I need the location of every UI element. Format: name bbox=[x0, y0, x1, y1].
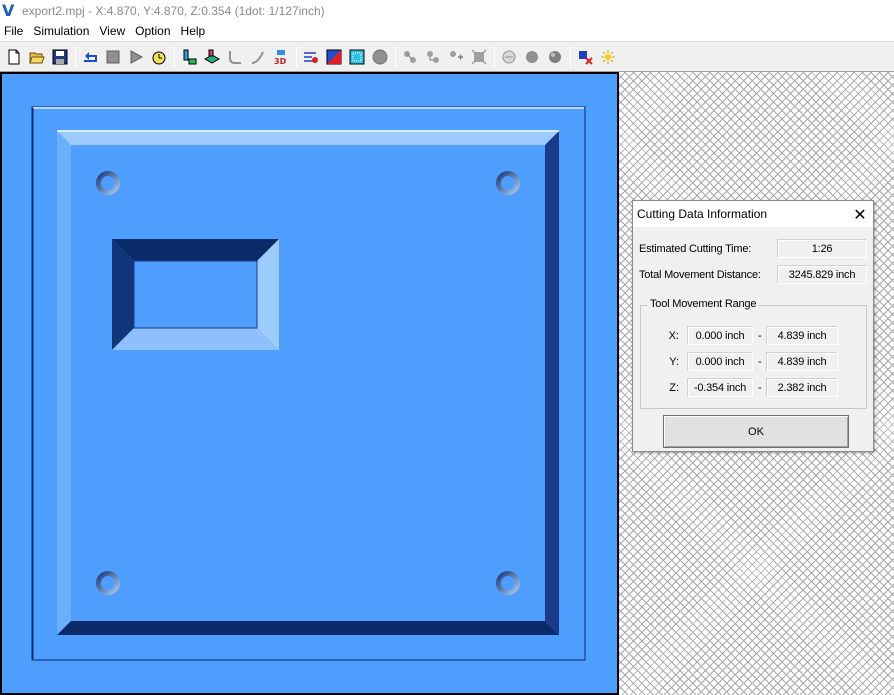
tool-button[interactable] bbox=[178, 46, 200, 68]
dialog-title-bar: Cutting Data Information ✕ bbox=[633, 201, 873, 227]
sphere-icon bbox=[372, 49, 388, 64]
stop-button[interactable] bbox=[102, 46, 124, 68]
close-icon[interactable]: ✕ bbox=[847, 201, 873, 227]
workpiece-icon bbox=[204, 49, 220, 64]
range-x-min: 0.000 inch bbox=[687, 326, 753, 345]
range-x-separator: - bbox=[758, 330, 762, 342]
shade-light-icon bbox=[502, 50, 516, 63]
view-side-button[interactable] bbox=[445, 46, 467, 68]
view-side-icon bbox=[450, 50, 463, 59]
range-x-axis: X: bbox=[668, 330, 679, 342]
menu-simulation[interactable]: Simulation bbox=[28, 21, 94, 41]
dialog-title: Cutting Data Information bbox=[637, 207, 768, 221]
window-title: export2.mpj - X:4.870, Y:4.870, Z:0.354 … bbox=[22, 3, 325, 18]
open-icon bbox=[29, 52, 45, 63]
path-curve-button[interactable] bbox=[224, 46, 246, 68]
play-icon bbox=[130, 49, 144, 64]
light-icon bbox=[601, 49, 615, 64]
svg-text:3D: 3D bbox=[274, 57, 287, 65]
range-y-separator: - bbox=[758, 356, 762, 368]
rewind-button[interactable] bbox=[79, 46, 101, 68]
cutting-data-dialog: Cutting Data Information ✕ Estimated Cut… bbox=[632, 200, 874, 452]
tool-icon bbox=[183, 49, 197, 64]
range-z-axis: Z: bbox=[669, 382, 679, 394]
range-y-axis: Y: bbox=[669, 356, 679, 368]
range-y-min: 0.000 inch bbox=[687, 352, 753, 371]
light-button[interactable] bbox=[597, 46, 619, 68]
save-button[interactable] bbox=[49, 46, 71, 68]
settings-icon bbox=[579, 50, 593, 65]
estimated-time-value: 1:26 bbox=[777, 239, 867, 258]
fit-view-icon bbox=[349, 49, 365, 64]
view-3d-icon: 3D bbox=[274, 49, 287, 65]
fit-view-button[interactable] bbox=[346, 46, 368, 68]
shade-dark-icon bbox=[526, 50, 538, 63]
path-curve-icon bbox=[229, 50, 241, 64]
toolbar-separator bbox=[174, 45, 175, 68]
tool-movement-range-group: Tool Movement Range X: 0.000 inch - 4.83… bbox=[640, 298, 867, 409]
rewind-icon bbox=[84, 51, 97, 62]
sphere-button[interactable] bbox=[369, 46, 391, 68]
step-icon bbox=[152, 51, 166, 64]
view-3d-button[interactable]: 3D bbox=[270, 46, 292, 68]
shade-solid-icon bbox=[549, 50, 561, 63]
range-z-max: 2.382 inch bbox=[766, 378, 838, 397]
toolbar-separator bbox=[395, 45, 396, 68]
color-button[interactable] bbox=[323, 46, 345, 68]
menu-view[interactable]: View bbox=[94, 21, 130, 41]
view-zoom-button[interactable] bbox=[468, 46, 490, 68]
color-icon bbox=[326, 49, 342, 64]
shade-solid-button[interactable] bbox=[544, 46, 566, 68]
toolbar-separator bbox=[75, 45, 76, 68]
shade-light-button[interactable] bbox=[498, 46, 520, 68]
toolbar-separator bbox=[570, 45, 571, 68]
range-y-max: 4.839 inch bbox=[766, 352, 838, 371]
total-distance-label: Total Movement Distance: bbox=[639, 269, 761, 281]
range-z-min: -0.354 inch bbox=[687, 378, 753, 397]
path-line-icon bbox=[251, 51, 264, 64]
new-button[interactable] bbox=[3, 46, 25, 68]
title-bar: V export2.mpj - X:4.870, Y:4.870, Z:0.35… bbox=[0, 0, 894, 21]
view-front-icon bbox=[427, 50, 439, 63]
toolbar: 3D bbox=[0, 41, 894, 72]
range-group-title: Tool Movement Range bbox=[647, 298, 760, 310]
toolbar-separator bbox=[296, 45, 297, 68]
new-icon bbox=[8, 49, 20, 64]
cutting-data-icon bbox=[304, 51, 318, 63]
shade-dark-button[interactable] bbox=[521, 46, 543, 68]
range-z-separator: - bbox=[758, 382, 762, 394]
toolbar-separator bbox=[494, 45, 495, 68]
range-x-max: 4.839 inch bbox=[766, 326, 838, 345]
view-top-icon bbox=[404, 50, 416, 63]
step-button[interactable] bbox=[148, 46, 170, 68]
settings-button[interactable] bbox=[574, 46, 596, 68]
stop-icon bbox=[106, 50, 120, 63]
menu-help[interactable]: Help bbox=[176, 21, 211, 41]
path-line-button[interactable] bbox=[247, 46, 269, 68]
save-icon bbox=[52, 49, 68, 64]
view-front-button[interactable] bbox=[422, 46, 444, 68]
estimated-time-label: Estimated Cutting Time: bbox=[639, 243, 752, 255]
machined-part-render bbox=[2, 74, 617, 693]
total-distance-value: 3245.829 inch bbox=[777, 265, 867, 284]
cutting-data-button[interactable] bbox=[300, 46, 322, 68]
view-top-button[interactable] bbox=[399, 46, 421, 68]
open-button[interactable] bbox=[26, 46, 48, 68]
menu-option[interactable]: Option bbox=[130, 21, 175, 41]
view-zoom-icon bbox=[471, 49, 487, 64]
ok-button[interactable]: OK bbox=[663, 415, 849, 448]
menu-bar: File Simulation View Option Help bbox=[0, 21, 894, 41]
play-button[interactable] bbox=[125, 46, 147, 68]
workpiece-button[interactable] bbox=[201, 46, 223, 68]
simulation-viewport[interactable] bbox=[0, 72, 619, 695]
app-logo-icon: V bbox=[2, 0, 15, 20]
menu-file[interactable]: File bbox=[0, 21, 28, 41]
